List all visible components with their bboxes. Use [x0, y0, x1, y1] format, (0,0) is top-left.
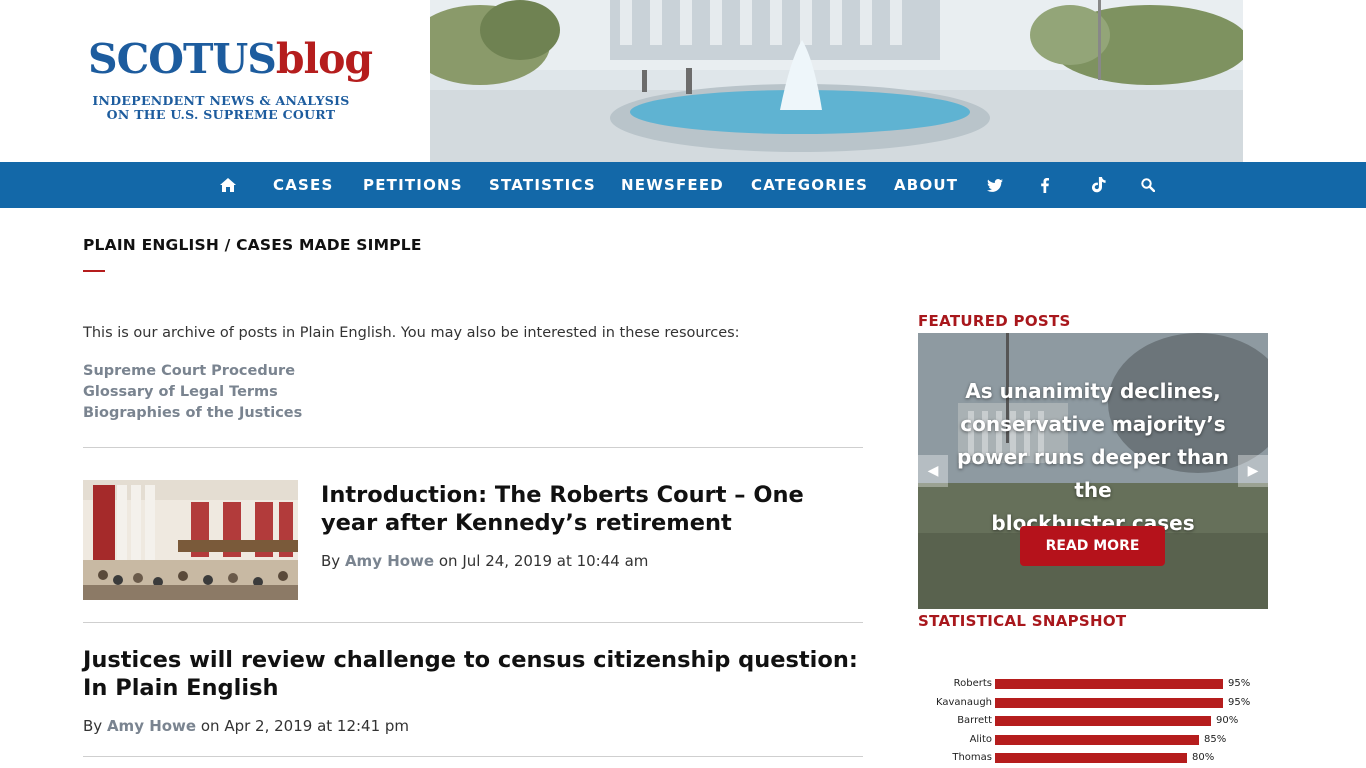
main-navigation: CASES PETITIONS STATISTICS NEWSFEED CATE… — [0, 162, 1366, 208]
site-header: SCOTUSblog INDEPENDENT NEWS & ANALYSIS O… — [0, 0, 1366, 162]
post-title-line2: year after Kennedy’s retirement — [321, 510, 732, 536]
logo-name-scotus: SCOTUS — [88, 35, 277, 83]
bar-category-label: Roberts — [953, 678, 992, 689]
post-title-line1: Justices will review challenge to census… — [83, 647, 858, 673]
bar-value-label: 90% — [1216, 715, 1239, 726]
nav-statistics[interactable]: STATISTICS — [489, 162, 596, 208]
search-icon[interactable] — [1138, 174, 1158, 196]
twitter-icon[interactable] — [985, 174, 1005, 196]
post-date: on Jul 24, 2019 at 10:44 am — [438, 552, 649, 570]
featured-post-slider[interactable]: As unanimity declines, conservative majo… — [918, 333, 1268, 609]
page-title: PLAIN ENGLISH / CASES MADE SIMPLE — [83, 236, 422, 254]
bar-mark — [995, 734, 1199, 745]
post-title-link[interactable]: Introduction: The Roberts Court – One ye… — [321, 481, 841, 537]
courtroom-sketch-image — [83, 480, 298, 600]
archive-intro-text: This is our archive of posts in Plain En… — [83, 325, 740, 341]
bar-value-label: 85% — [1204, 733, 1227, 745]
banner-watercolor-image — [430, 0, 1243, 162]
slider-next-arrow-icon[interactable]: ▶ — [1238, 455, 1268, 487]
post-title-line2: In Plain English — [83, 675, 279, 701]
featured-title-line2: conservative majority’s — [960, 412, 1226, 436]
post-date: on Apr 2, 2019 at 12:41 pm — [200, 717, 410, 735]
bar-mark — [995, 697, 1223, 708]
bar-value-label: 95% — [1228, 696, 1251, 708]
slider-prev-arrow-icon[interactable]: ◀ — [918, 455, 948, 487]
bar-category-label: Thomas — [952, 752, 992, 763]
featured-title-line3: power runs deeper than the — [957, 445, 1229, 502]
nav-cases[interactable]: CASES — [273, 162, 333, 208]
divider — [83, 622, 863, 623]
title-underline — [83, 270, 105, 272]
statistical-snapshot-chart: Roberts 95% Kavanaugh 95% Barrett 90% Alito 85%… — [918, 670, 1268, 768]
featured-title-line1: As unanimity declines, — [965, 379, 1221, 403]
post-meta: By Amy Howe on Jul 24, 2019 at 10:44 am — [321, 552, 648, 570]
logo-wordmark: SCOTUSblog — [88, 35, 373, 83]
post-thumbnail[interactable] — [83, 480, 298, 600]
nav-petitions[interactable]: PETITIONS — [363, 162, 463, 208]
resource-link-glossary[interactable]: Glossary of Legal Terms — [83, 382, 302, 403]
bar-category-label: Alito — [969, 733, 992, 745]
logo-name-blog: blog — [275, 35, 373, 83]
bar-category-label: Kavanaugh — [935, 696, 992, 708]
bar-category-label: Barrett — [957, 715, 992, 726]
home-icon[interactable] — [218, 174, 238, 196]
logo-tagline: INDEPENDENT NEWS & ANALYSIS ON THE U.S. … — [88, 94, 354, 122]
divider — [83, 447, 863, 448]
nav-about[interactable]: ABOUT — [894, 162, 958, 208]
tiktok-icon[interactable] — [1088, 174, 1108, 196]
post-title-link[interactable]: Justices will review challenge to census… — [83, 646, 863, 702]
featured-post-title[interactable]: As unanimity declines, conservative majo… — [936, 375, 1250, 540]
bar-mark — [995, 679, 1223, 689]
post-author-link[interactable]: Amy Howe — [107, 717, 196, 735]
post-by-label: By — [321, 552, 341, 570]
post-meta: By Amy Howe on Apr 2, 2019 at 12:41 pm — [83, 717, 409, 735]
resource-link-procedure[interactable]: Supreme Court Procedure — [83, 361, 302, 382]
resource-links: Supreme Court Procedure Glossary of Lega… — [83, 361, 302, 424]
nav-newsfeed[interactable]: NEWSFEED — [621, 162, 724, 208]
logo-tagline-line1: INDEPENDENT NEWS & ANALYSIS — [92, 93, 350, 108]
featured-posts-heading: FEATURED POSTS — [918, 312, 1071, 330]
divider — [83, 756, 863, 757]
site-logo[interactable]: SCOTUSblog INDEPENDENT NEWS & ANALYSIS O… — [88, 35, 373, 122]
resource-link-biographies[interactable]: Biographies of the Justices — [83, 403, 302, 424]
post-by-label: By — [83, 717, 103, 735]
logo-tagline-line2: ON THE U.S. SUPREME COURT — [106, 107, 336, 122]
post-author-link[interactable]: Amy Howe — [345, 552, 434, 570]
read-more-button[interactable]: READ MORE — [1020, 526, 1165, 566]
bar-mark — [995, 716, 1211, 726]
header-banner-illustration — [430, 0, 1243, 162]
bar-mark — [995, 753, 1187, 763]
bar-value-label: 80% — [1192, 752, 1215, 763]
post-title-line1: Introduction: The Roberts Court – One — [321, 482, 804, 508]
nav-categories[interactable]: CATEGORIES — [751, 162, 868, 208]
bar-value-label: 95% — [1228, 678, 1251, 689]
statistical-snapshot-heading: STATISTICAL SNAPSHOT — [918, 612, 1127, 630]
facebook-icon[interactable] — [1035, 174, 1055, 196]
